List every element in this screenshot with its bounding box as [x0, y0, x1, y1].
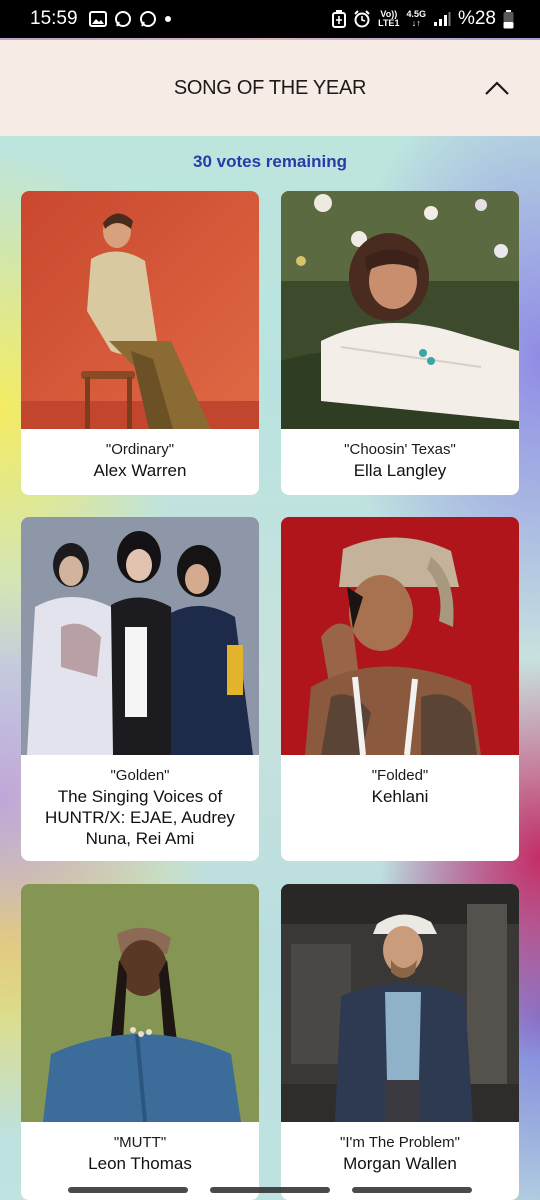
- song-title: "Golden": [110, 767, 170, 784]
- votes-remaining: 30 votes remaining: [192, 152, 347, 171]
- nav-back-pill[interactable]: [352, 1187, 472, 1193]
- battery-saver-icon: [332, 10, 347, 28]
- nominee-caption: "Ordinary" Alex Warren: [21, 429, 259, 481]
- status-time: 15:59: [30, 8, 78, 29]
- nominee-photo: [21, 517, 259, 755]
- chat-bubble-icon: [139, 10, 157, 28]
- nav-home-pill[interactable]: [210, 1187, 330, 1193]
- battery-icon: [503, 9, 514, 29]
- song-title: "MUTT": [113, 1134, 167, 1151]
- nominee-photo: [281, 191, 519, 429]
- alarm-icon: [353, 10, 371, 28]
- artist-name: Alex Warren: [93, 461, 187, 480]
- nav-recents-pill[interactable]: [68, 1187, 188, 1193]
- nominee-photo: [21, 191, 259, 429]
- song-title: "I'm The Problem": [340, 1134, 460, 1151]
- nominee-photo: [281, 884, 519, 1122]
- network-type-label: 4.5G: [406, 9, 426, 19]
- lte-label: LTE1: [378, 18, 400, 28]
- nominee-caption: "Folded" Kehlani: [281, 755, 519, 807]
- gallery-icon: [88, 11, 107, 27]
- nominee-photo: [21, 884, 259, 1122]
- artist-name: Leon Thomas: [88, 1154, 192, 1173]
- gesture-nav-bar: [0, 1180, 540, 1200]
- nominee-card[interactable]: "Golden" The Singing Voices of HUNTR/X: …: [21, 517, 259, 861]
- nominee-card[interactable]: "Ordinary" Alex Warren: [21, 191, 259, 495]
- ballot-content[interactable]: SONG OF THE YEAR 30 votes remaining "Ord…: [0, 38, 540, 1200]
- data-speed-indicator: 4.5G ↓↑: [406, 9, 426, 28]
- status-left: 15:59: [30, 8, 172, 30]
- nominee-card[interactable]: "Folded" Kehlani: [281, 517, 519, 861]
- artist-name: Kehlani: [371, 787, 429, 806]
- song-title: "Ordinary": [105, 441, 175, 458]
- signal-icon: [433, 11, 451, 27]
- status-right: Vo)) LTE1 4.5G ↓↑ %28: [332, 8, 514, 30]
- nominee-photo: [281, 517, 519, 755]
- artist-name: Morgan Wallen: [343, 1154, 457, 1173]
- nominee-caption: "Choosin' Texas" Ella Langley: [281, 429, 519, 481]
- nominee-caption: "I'm The Problem" Morgan Wallen: [281, 1122, 519, 1174]
- status-bar: 15:59 Vo)) LTE1 4.5G ↓↑ %28: [0, 0, 540, 38]
- artist-name: Ella Langley: [353, 461, 447, 480]
- section-title: SONG OF THE YEAR: [173, 76, 367, 99]
- nominee-card[interactable]: "MUTT" Leon Thomas: [21, 884, 259, 1200]
- nominee-card[interactable]: "Choosin' Texas" Ella Langley: [281, 191, 519, 495]
- nominee-caption: "Golden" The Singing Voices of HUNTR/X: …: [21, 755, 259, 849]
- battery-percent: %28: [457, 8, 496, 29]
- section-header[interactable]: SONG OF THE YEAR: [0, 40, 540, 136]
- chevron-up-icon: [485, 81, 509, 95]
- nominee-card[interactable]: "I'm The Problem" Morgan Wallen: [281, 884, 519, 1200]
- dot-icon: [164, 15, 172, 23]
- chat-bubble-icon: [114, 10, 132, 28]
- artist-name: The Singing Voices of HUNTR/X: EJAE, Aud…: [45, 787, 235, 848]
- song-title: "Choosin' Texas": [344, 441, 456, 458]
- nominee-caption: "MUTT" Leon Thomas: [21, 1122, 259, 1174]
- volte-indicator: Vo)) LTE1: [378, 10, 399, 28]
- collapse-button[interactable]: [484, 78, 510, 98]
- song-title: "Folded": [371, 767, 429, 784]
